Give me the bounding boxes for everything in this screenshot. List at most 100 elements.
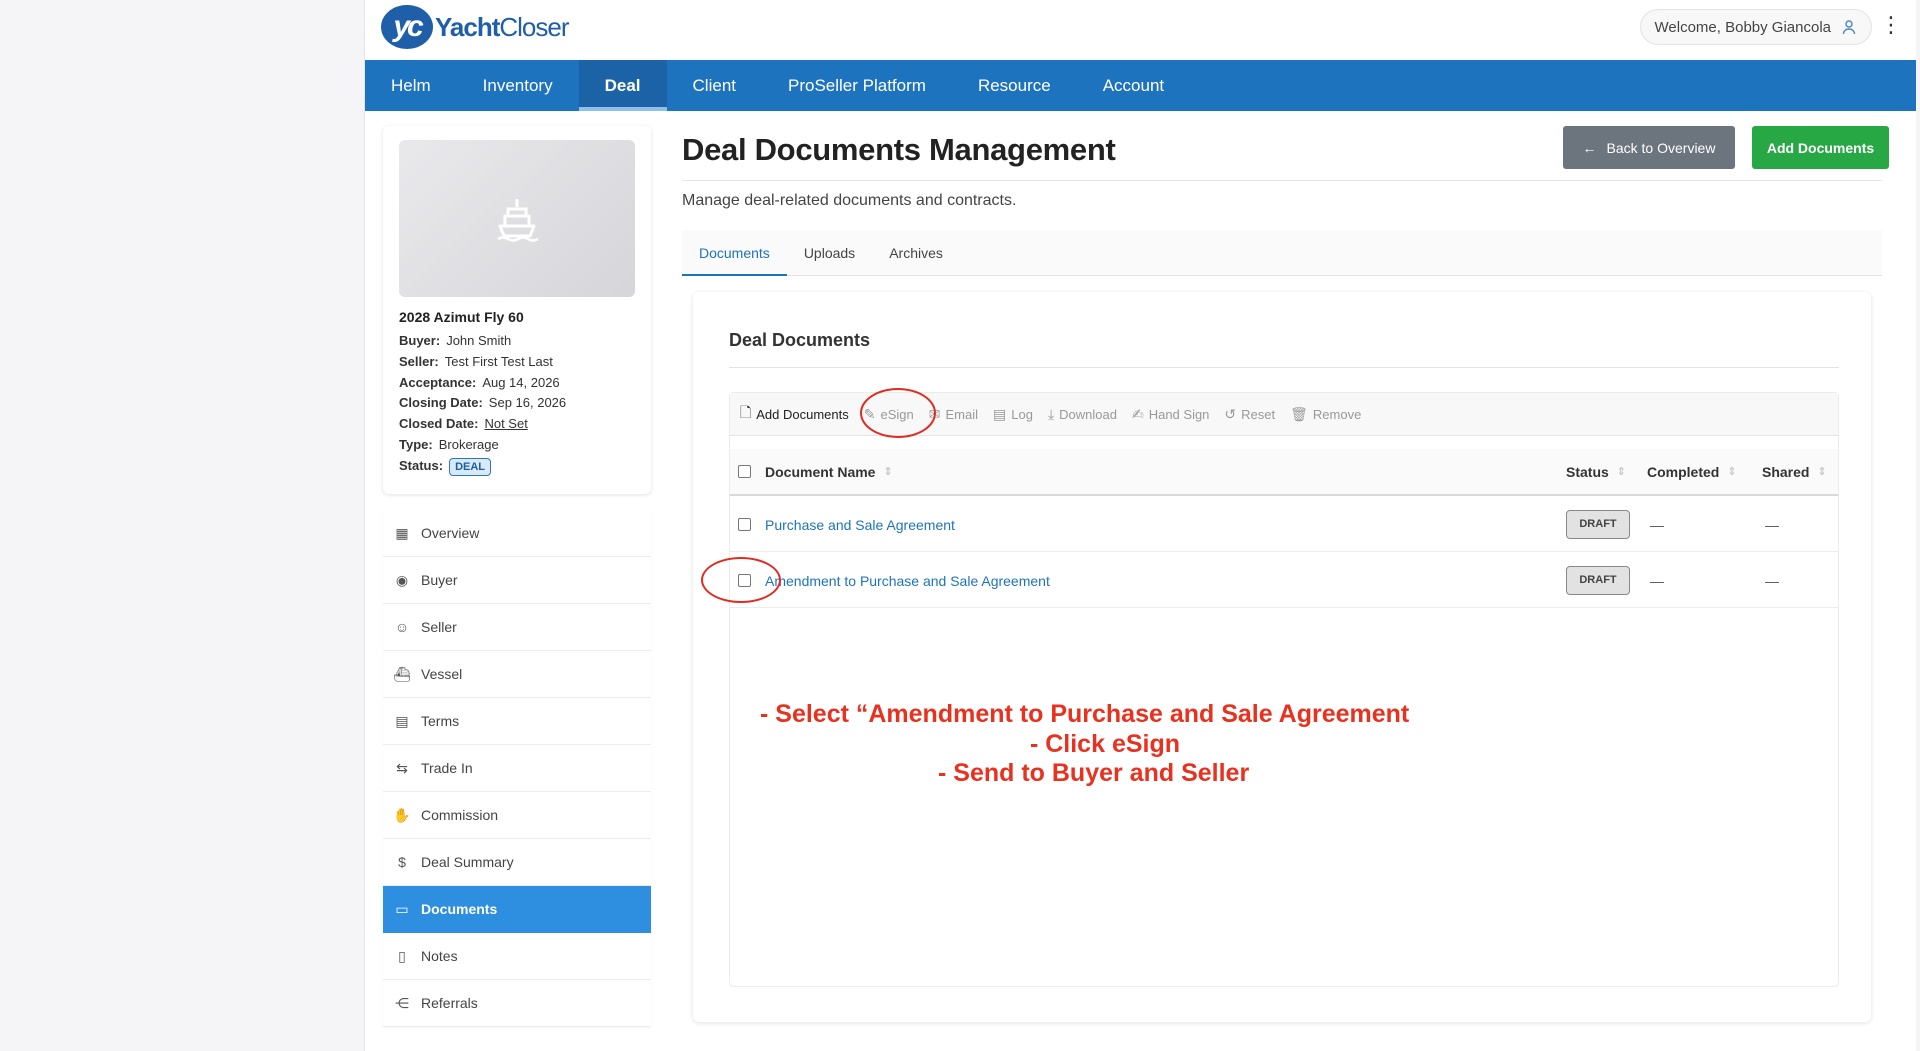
document-tabs: Documents Uploads Archives <box>682 230 1882 276</box>
sidebar-item-referrals[interactable]: ⋲ Referrals <box>383 980 651 1027</box>
sidebar-item-terms[interactable]: ▤ Terms <box>383 698 651 745</box>
checkbox-highlight-circle <box>701 557 781 603</box>
sort-icon: ⇕ <box>1616 466 1627 478</box>
share-icon: ⋲ <box>395 994 409 1011</box>
logo-mark: yc <box>381 5 433 49</box>
closed-date-line: Closed Date: Not Set <box>399 416 528 432</box>
column-header-completed[interactable]: Completed ⇕ <box>1647 449 1737 494</box>
pen-icon: ✍ <box>1131 405 1144 422</box>
column-header-document-name[interactable]: Document Name ⇕ <box>765 449 893 494</box>
tab-uploads[interactable]: Uploads <box>787 230 872 275</box>
status-badge: DRAFT <box>1566 566 1630 595</box>
instruction-line: - Send to Buyer and Seller <box>938 759 1250 787</box>
card-divider <box>729 367 1839 368</box>
row-checkbox[interactable] <box>738 518 751 531</box>
add-documents-button[interactable]: Add Documents <box>1752 126 1889 169</box>
column-header-status[interactable]: Status ⇕ <box>1566 449 1626 494</box>
column-header-shared[interactable]: Shared ⇕ <box>1762 449 1827 494</box>
logo-text: YachtCloser <box>435 11 570 42</box>
back-to-overview-button[interactable]: ← Back to Overview <box>1563 126 1735 169</box>
card-title: Deal Documents <box>729 330 871 350</box>
status-line: Status: DEAL <box>399 456 566 477</box>
nav-item-deal[interactable]: Deal <box>578 60 667 111</box>
table-row: Amendment to Purchase and Sale Agreement… <box>730 553 1838 608</box>
user-circle-icon: ◉ <box>395 571 409 588</box>
toolbar-download-button[interactable]: ⤓ Download <box>1048 406 1117 423</box>
type-line: Type: Brokerage <box>399 436 499 452</box>
sidebar-item-notes[interactable]: ▯ Notes <box>383 933 651 980</box>
nav-item-inventory[interactable]: Inventory <box>457 60 579 111</box>
nav-item-client[interactable]: Client <box>667 60 762 111</box>
toolbar-remove-button[interactable]: 🗑 Remove <box>1290 406 1361 423</box>
app-frame: yc YachtCloser Welcome, Bobby Giancola ⋮… <box>364 0 1916 1051</box>
sidebar-item-documents[interactable]: ▭ Documents <box>383 886 651 933</box>
sort-icon: ⇕ <box>1817 466 1827 478</box>
download-icon: ⤓ <box>1047 405 1055 422</box>
kebab-icon[interactable]: ⋮ <box>1880 14 1902 36</box>
toolbar-add-documents-button[interactable]: 🗋 Add Documents <box>740 402 849 426</box>
shared-value: — <box>1765 516 1779 533</box>
sidebar-item-vessel[interactable]: ⛴ Vessel <box>383 651 651 698</box>
page-subtitle: Manage deal-related documents and contra… <box>682 192 1017 209</box>
user-menu-button[interactable]: Welcome, Bobby Giancola <box>1639 9 1872 45</box>
ship-icon <box>497 198 539 242</box>
toolbar-log-button[interactable]: ▤ Log <box>993 406 1033 423</box>
document-link[interactable]: Amendment to Purchase and Sale Agreement <box>765 573 1050 589</box>
tab-documents[interactable]: Documents <box>682 230 787 276</box>
table-header: Document Name ⇕ Status ⇕ Completed ⇕ Shared… <box>730 449 1838 496</box>
nav-item-helm[interactable]: Helm <box>365 60 457 111</box>
acceptance-line: Acceptance: Aug 14, 2026 <box>399 374 560 390</box>
main-nav: Helm Inventory Deal Client ProSeller Pla… <box>365 60 1916 111</box>
nav-item-proseller-platform[interactable]: ProSeller Platform <box>762 60 952 111</box>
completed-value: — <box>1650 516 1664 533</box>
user-icon <box>1842 20 1856 35</box>
sort-icon: ⇕ <box>883 466 893 478</box>
grid-icon: ▦ <box>395 524 409 541</box>
toolbar-reset-button[interactable]: ↺ Reset <box>1224 406 1275 423</box>
instruction-line: - Select “Amendment to Purchase and Sale… <box>760 700 1410 728</box>
instruction-line: - Click eSign <box>1029 729 1181 758</box>
title-divider <box>682 180 1882 181</box>
reset-icon: ↺ <box>1224 405 1237 422</box>
dollar-circle-icon: $ <box>398 854 406 870</box>
sidebar-item-trade-in[interactable]: ⇆ Trade In <box>383 745 651 792</box>
documents-table-container: 🗋 Add Documents ✎ eSign ✉ Email ▤ Log ⤓ Downl… <box>729 392 1839 987</box>
buyer-line: Buyer: John Smith <box>399 333 512 348</box>
trash-icon: 🗑 <box>1290 405 1308 422</box>
nav-item-account[interactable]: Account <box>1077 60 1190 111</box>
yachtcloser-logo[interactable]: yc YachtCloser <box>381 5 570 49</box>
tab-archives[interactable]: Archives <box>872 230 960 275</box>
nav-item-resource[interactable]: Resource <box>952 60 1077 111</box>
sidebar-item-deal-summary[interactable]: $ Deal Summary <box>383 839 651 886</box>
vessel-title: 2028 Azimut Fly 60 <box>399 309 524 325</box>
folder-open-icon: ▭ <box>395 900 409 917</box>
shared-value: — <box>1765 572 1779 589</box>
select-all-checkbox[interactable] <box>738 465 751 478</box>
instruction-annotation: - Select “Amendment to Purchase and Sale… <box>760 700 1450 789</box>
top-header: yc YachtCloser Welcome, Bobby Giancola ⋮ <box>365 0 1916 60</box>
deal-side-menu: ▦ Overview ◉ Buyer ☺ Seller ⛴ Vessel ▤ Terms … <box>383 510 651 1027</box>
seller-line: Seller: Test First Test Last <box>399 353 553 369</box>
table-row: Purchase and Sale Agreement DRAFT — — <box>730 497 1838 552</box>
closed-date-link[interactable]: Not Set <box>484 416 527 431</box>
welcome-text: Welcome, Bobby Giancola <box>1654 18 1831 36</box>
toolbar-hand-sign-button[interactable]: ✍ Hand Sign <box>1132 406 1209 423</box>
deal-summary-card: 2028 Azimut Fly 60 Buyer: John Smith Sell… <box>383 126 651 494</box>
user-icon: ☺ <box>394 619 410 635</box>
hand-coins-icon: ✋ <box>393 806 411 823</box>
vessel-image-placeholder <box>399 140 635 297</box>
sidebar-item-buyer[interactable]: ◉ Buyer <box>383 557 651 604</box>
sidebar-item-commission[interactable]: ✋ Commission <box>383 792 651 839</box>
file-icon: ▯ <box>398 947 406 964</box>
toolbar-email-button[interactable]: ✉ Email <box>929 406 978 423</box>
document-icon: ▤ <box>395 712 409 729</box>
document-link[interactable]: Purchase and Sale Agreement <box>765 517 955 533</box>
closing-date-line: Closing Date: Sep 16, 2026 <box>399 395 567 411</box>
sidebar-item-overview[interactable]: ▦ Overview <box>383 510 651 557</box>
completed-value: — <box>1650 572 1664 589</box>
esign-highlight-circle <box>860 388 936 438</box>
sidebar-item-seller[interactable]: ☺ Seller <box>383 604 651 651</box>
status-badge: DRAFT <box>1566 510 1630 539</box>
swap-icon: ⇆ <box>396 759 408 776</box>
select-all-checkbox-cell <box>738 449 751 494</box>
